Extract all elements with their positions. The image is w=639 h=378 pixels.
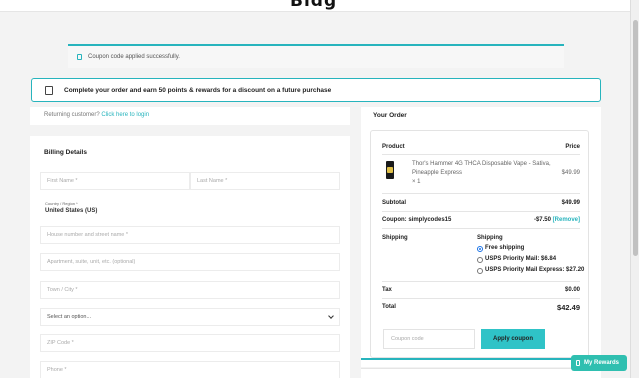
street-address-field[interactable]: House number and street name * [40, 226, 340, 244]
page-scrollbar[interactable] [630, 0, 639, 378]
divider [382, 193, 580, 194]
info-icon [77, 54, 82, 60]
order-title: Your Order [373, 112, 407, 119]
order-next-section [361, 368, 601, 378]
shipping-option-express-radio[interactable] [477, 268, 483, 274]
gift-icon [45, 86, 53, 95]
subtotal-label: Subtotal [382, 200, 406, 206]
my-rewards-button[interactable]: My Rewards [571, 355, 627, 371]
site-logo[interactable]: Bldg [290, 0, 337, 11]
country-value: United States (US) [45, 208, 98, 214]
billing-details-section: Billing Details First Name * Last Name *… [30, 136, 350, 378]
phone-field[interactable]: Phone * [40, 361, 340, 378]
divider [382, 228, 580, 229]
apartment-field[interactable]: Apartment, suite, unit, etc. (optional) [40, 253, 340, 271]
rewards-banner: Complete your order and earn 50 points &… [31, 78, 601, 102]
coupon-code-input[interactable]: Coupon code [383, 329, 475, 349]
rewards-banner-text: Complete your order and earn 50 points &… [64, 87, 332, 94]
divider [382, 298, 580, 299]
shipping-option-express[interactable]: USPS Priority Mail Express: $27.20 [485, 267, 584, 273]
returning-customer-text: Returning customer? Click here to login [44, 112, 150, 118]
divider [382, 211, 580, 212]
login-link[interactable]: Click here to login [101, 112, 149, 118]
shipping-option-free[interactable]: Free shipping [485, 245, 524, 251]
coupon-label: Coupon: simplycodes15 [382, 217, 452, 223]
divider [382, 154, 580, 155]
tax-value: $0.00 [564, 287, 580, 293]
shipping-option-priority[interactable]: USPS Priority Mail: $6.84 [485, 256, 556, 262]
chevron-down-icon [328, 313, 334, 319]
product-price: $49.99 [561, 170, 580, 176]
last-name-field[interactable]: Last Name * [190, 172, 340, 190]
notice-message: Coupon code applied successfully. [88, 54, 180, 60]
remove-coupon-link[interactable]: [Remove] [553, 217, 580, 223]
product-thumbnail [383, 161, 397, 181]
gift-icon [576, 360, 580, 366]
site-header: Bldg [0, 0, 630, 12]
total-label: Total [382, 304, 396, 310]
tax-label: Tax [382, 287, 392, 293]
state-select[interactable]: Select an option... [40, 308, 340, 326]
coupon-discount: -$7.50 [Remove] [533, 217, 580, 223]
zip-code-field[interactable]: ZIP Code * [40, 334, 340, 352]
total-value: $42.49 [557, 303, 580, 312]
column-product-header: Product [382, 144, 405, 150]
subtotal-value: $49.99 [561, 200, 580, 206]
first-name-field[interactable]: First Name * [40, 172, 190, 190]
billing-title: Billing Details [44, 149, 87, 156]
product-quantity: × 1 [412, 179, 421, 185]
column-price-header: Price [565, 144, 580, 150]
divider [382, 281, 580, 282]
coupon-success-notice: Coupon code applied successfully. [68, 44, 564, 68]
city-field[interactable]: Town / City * [40, 281, 340, 299]
apply-coupon-button[interactable]: Apply coupon [481, 329, 545, 349]
shipping-label: Shipping [382, 235, 408, 241]
product-name-line1: Thor's Hammer 4G THCA Disposable Vape - … [412, 161, 551, 167]
scrollbar-thumb[interactable] [633, 20, 638, 256]
order-accent-line [361, 358, 601, 360]
product-name-line2: Pineapple Express [412, 170, 463, 176]
country-label: Country / Region * [45, 201, 78, 206]
returning-customer-bar: Returning customer? Click here to login [30, 107, 350, 125]
shipping-option-priority-radio[interactable] [477, 257, 483, 263]
shipping-option-free-radio[interactable] [477, 246, 483, 252]
shipping-heading: Shipping [477, 235, 503, 241]
